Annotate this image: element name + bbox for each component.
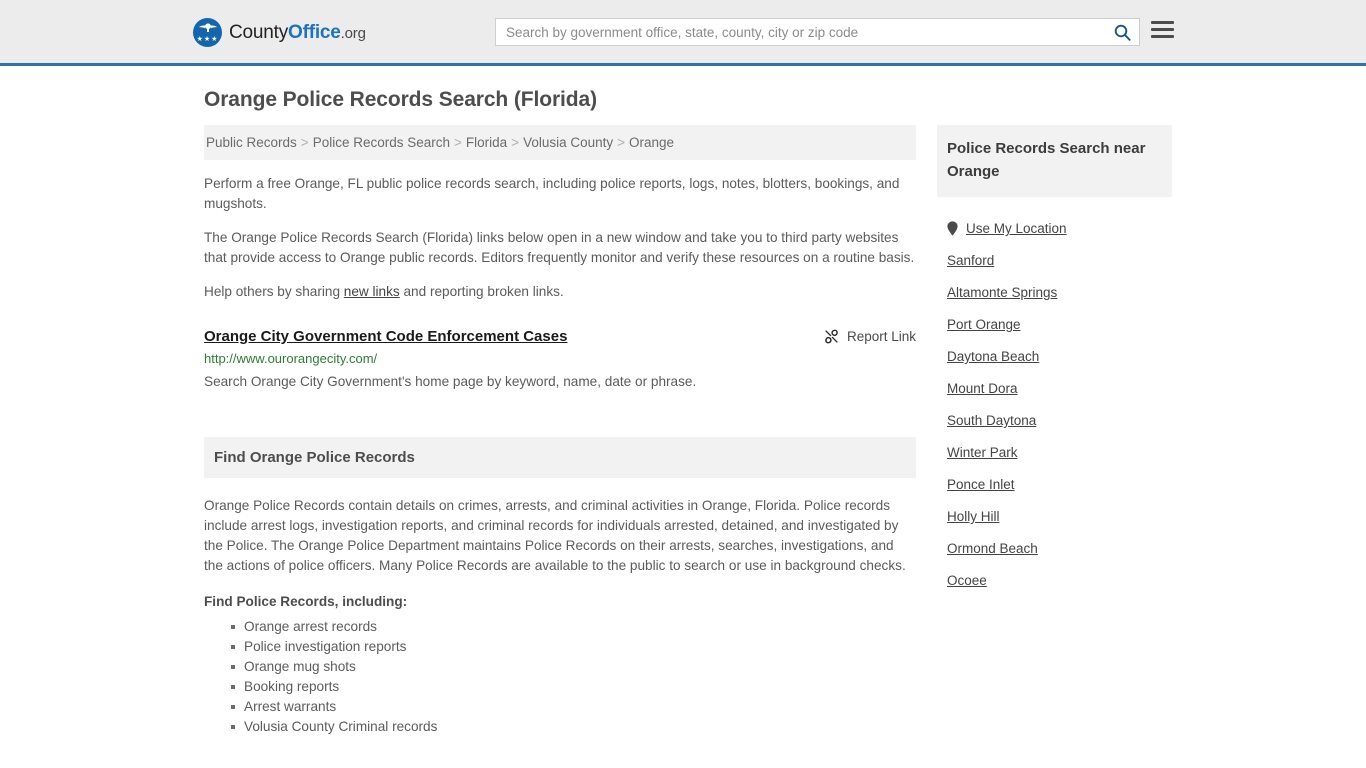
- find-records-section-body: Orange Police Records contain details on…: [204, 498, 906, 573]
- share-text-after: and reporting broken links.: [399, 284, 564, 299]
- search-button[interactable]: [1105, 19, 1139, 45]
- sidebar: Police Records Search near Orange Use My…: [937, 125, 1172, 597]
- result-header-row: Orange City Government Code Enforcement …: [204, 328, 916, 345]
- report-link-button[interactable]: Report Link: [824, 328, 916, 344]
- sidebar-link[interactable]: Ponce Inlet: [947, 477, 1015, 492]
- list-item: Orange arrest records: [231, 617, 916, 637]
- brand-wordmark: CountyOffice.org: [229, 22, 366, 44]
- find-records-section-heading: Find Orange Police Records: [204, 437, 916, 478]
- sidebar-link[interactable]: Ormond Beach: [947, 541, 1038, 556]
- intro-paragraph-1: Perform a free Orange, FL public police …: [204, 176, 900, 211]
- sidebar-item-ocoee[interactable]: Ocoee: [937, 565, 1172, 597]
- breadcrumb-separator: >: [617, 135, 626, 150]
- share-text-before: Help others by sharing: [204, 284, 344, 299]
- sidebar-link[interactable]: South Daytona: [947, 413, 1036, 428]
- sidebar-heading: Police Records Search near Orange: [937, 125, 1172, 197]
- list-item: Police investigation reports: [231, 637, 916, 657]
- site-logo-link[interactable]: ★★★ CountyOffice.org: [193, 18, 366, 47]
- three-stars-icon: ★★★: [196, 36, 219, 43]
- sidebar-item-holly-hill[interactable]: Holly Hill: [937, 501, 1172, 533]
- sidebar-item-winter-park[interactable]: Winter Park: [937, 437, 1172, 469]
- breadcrumb-item-volusia-county[interactable]: Volusia County: [523, 135, 613, 150]
- sidebar-link[interactable]: Mount Dora: [947, 381, 1018, 396]
- sidebar-item-use-my-location[interactable]: Use My Location: [937, 213, 1172, 245]
- breadcrumb-item-public-records[interactable]: Public Records: [206, 135, 297, 150]
- sidebar-item-south-daytona[interactable]: South Daytona: [937, 405, 1172, 437]
- sidebar-link[interactable]: Daytona Beach: [947, 349, 1039, 364]
- find-records-list-label: Find Police Records, including:: [204, 594, 408, 609]
- menu-button[interactable]: [1151, 21, 1174, 38]
- sidebar-item-daytona-beach[interactable]: Daytona Beach: [937, 341, 1172, 373]
- brand-org-text: .org: [340, 24, 366, 42]
- use-my-location-link[interactable]: Use My Location: [966, 221, 1067, 236]
- result-description: Search Orange City Government's home pag…: [204, 374, 697, 389]
- breadcrumb-separator: >: [454, 135, 462, 150]
- sidebar-link[interactable]: Winter Park: [947, 445, 1018, 460]
- map-pin-icon: [947, 221, 958, 236]
- search-input[interactable]: [496, 24, 1105, 40]
- intro-paragraph-3: Help others by sharing new links and rep…: [204, 282, 916, 302]
- list-item: Arrest warrants: [231, 697, 916, 717]
- brand-county-text: County: [229, 21, 289, 43]
- sidebar-item-ormond-beach[interactable]: Ormond Beach: [937, 533, 1172, 565]
- new-links-link[interactable]: new links: [344, 284, 400, 299]
- search-icon: [1114, 24, 1131, 41]
- eagle-emblem-icon: [198, 23, 217, 32]
- search-bar[interactable]: [495, 18, 1140, 46]
- result-url-link[interactable]: http://www.ourorangecity.com/: [204, 351, 916, 366]
- breadcrumb-item-police-records-search[interactable]: Police Records Search: [313, 135, 450, 150]
- sidebar-nearby-list: Use My Location Sanford Altamonte Spring…: [937, 213, 1172, 597]
- search-result-item: Orange City Government Code Enforcement …: [204, 328, 916, 391]
- breadcrumb: Public Records > Police Records Search > Flo…: [204, 125, 916, 160]
- sidebar-item-mount-dora[interactable]: Mount Dora: [937, 373, 1172, 405]
- sidebar-item-sanford[interactable]: Sanford: [937, 245, 1172, 277]
- sidebar-item-port-orange[interactable]: Port Orange: [937, 309, 1172, 341]
- sidebar-link[interactable]: Sanford: [947, 253, 994, 268]
- breadcrumb-item-florida[interactable]: Florida: [466, 135, 507, 150]
- intro-paragraph-2: The Orange Police Records Search (Florid…: [204, 230, 915, 265]
- main-content: Public Records > Police Records Search > Flo…: [204, 125, 916, 737]
- report-link-label: Report Link: [846, 329, 916, 344]
- result-title-link[interactable]: Orange City Government Code Enforcement …: [204, 328, 567, 345]
- brand-office-text: Office: [288, 21, 341, 43]
- list-item: Booking reports: [231, 677, 916, 697]
- hamburger-bar: [1151, 35, 1174, 38]
- records-list: Orange arrest records Police investigati…: [204, 617, 916, 737]
- sidebar-link[interactable]: Port Orange: [947, 317, 1021, 332]
- sidebar-link[interactable]: Holly Hill: [947, 509, 1000, 524]
- breadcrumb-separator: >: [511, 135, 520, 150]
- breadcrumb-item-orange[interactable]: Orange: [629, 135, 674, 150]
- hamburger-bar: [1151, 21, 1174, 24]
- list-item: Orange mug shots: [231, 657, 916, 677]
- page-title: Orange Police Records Search (Florida): [204, 88, 597, 111]
- sidebar-link[interactable]: Ocoee: [947, 573, 987, 588]
- site-header: ★★★ CountyOffice.org: [0, 0, 1366, 66]
- breadcrumb-separator: >: [300, 135, 309, 150]
- broken-link-icon: [825, 329, 838, 344]
- hamburger-bar: [1151, 28, 1174, 31]
- sidebar-item-altamonte-springs[interactable]: Altamonte Springs: [937, 277, 1172, 309]
- sidebar-item-ponce-inlet[interactable]: Ponce Inlet: [937, 469, 1172, 501]
- county-office-logo-icon: ★★★: [193, 18, 222, 47]
- sidebar-link[interactable]: Altamonte Springs: [947, 285, 1057, 300]
- list-item: Volusia County Criminal records: [231, 717, 916, 737]
